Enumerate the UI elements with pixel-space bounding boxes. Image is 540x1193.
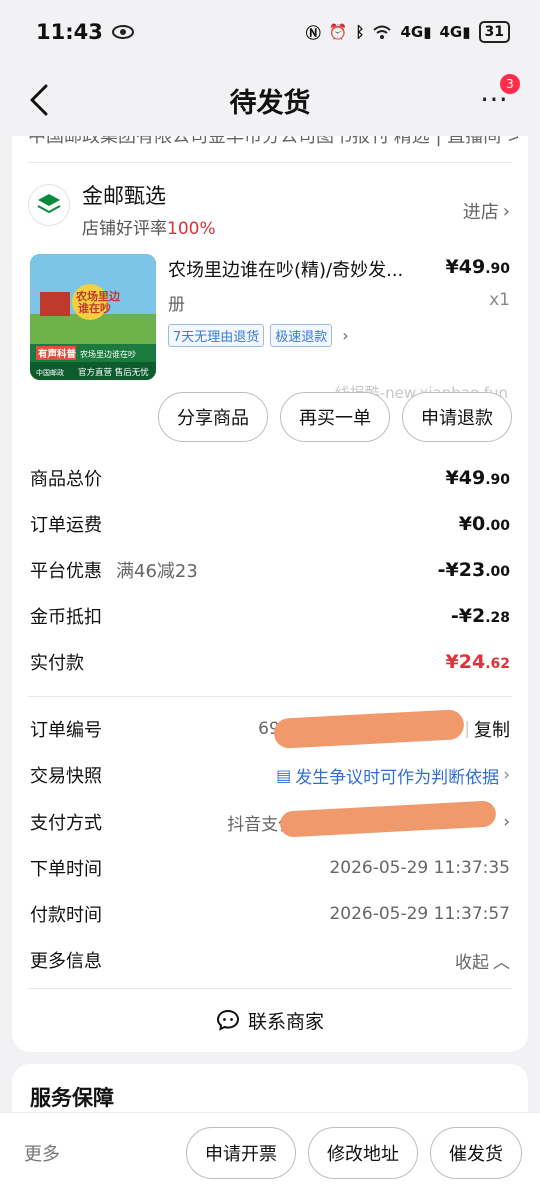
summary-paid-row: 实付款 ¥24.62 (30, 651, 510, 674)
chevron-right-icon: › (502, 200, 510, 222)
order-time: 2026-05-29 11:37:35 (329, 858, 510, 878)
request-invoice-button[interactable]: 申请开票 (186, 1127, 296, 1179)
chevron-right-icon: › (503, 765, 510, 785)
product-price: ¥49.90 (445, 256, 510, 278)
snapshot-row[interactable]: 交易快照 ▤ 发生争议时可作为判断依据 › (30, 759, 510, 791)
alarm-icon: ⏰ (328, 23, 348, 41)
svg-text:中国邮政: 中国邮政 (36, 368, 64, 377)
signal-icon-2: 4G▮ (439, 23, 471, 41)
signal-icon-1: 4G▮ (400, 23, 432, 41)
tag-no-reason-return: 7天无理由退货 (168, 324, 265, 347)
shop-name[interactable]: 金邮甄选 (82, 180, 166, 210)
total-amount: ¥49.90 (445, 467, 510, 489)
svg-text:谁在吵: 谁在吵 (78, 301, 111, 315)
book-cover-illustration: 农场里边 谁在吵 有声科普 农场里边谁在吵 中国邮政 官方直营 售后无忧 (30, 254, 156, 380)
svg-text:农场里边: 农场里边 (75, 289, 121, 303)
service-tags[interactable]: 7天无理由退货 极速退款 › (168, 324, 349, 347)
status-bar: 11:43 Ⓝ ⏰ ᛒ 4G▮ 4G▮ 31 (0, 0, 540, 64)
urge-shipping-button[interactable]: 催发货 (430, 1127, 522, 1179)
shop-logo[interactable] (28, 184, 70, 226)
page-title: 待发货 (229, 87, 311, 119)
copy-order-number-button[interactable]: 复制 (474, 716, 510, 742)
previous-section-text: 中国邮政集团有限公司金华市分公司图书报刊 精选 | 直播间 > (28, 136, 518, 147)
product-spec: 册 (168, 295, 185, 315)
tag-fast-refund: 极速退款 (270, 324, 333, 347)
pay-time-row: 付款时间 2026-05-29 11:37:57 (30, 904, 510, 926)
collapse-link: 收起 (455, 952, 489, 973)
document-icon: ▤ (276, 765, 292, 785)
more-info-row[interactable]: 更多信息 收起 ︿ (30, 944, 510, 976)
pay-time: 2026-05-29 11:37:57 (329, 904, 510, 924)
order-card: 中国邮政集团有限公司金华市分公司图书报刊 精选 | 直播间 > 金邮甄选 店铺好… (12, 136, 528, 1052)
more-menu-button[interactable]: ⋯ 3 (480, 74, 520, 114)
paid-amount: ¥24.62 (445, 651, 510, 673)
svg-text:有声科普: 有声科普 (38, 348, 77, 360)
service-title: 服务保障 (30, 1086, 114, 1110)
nav-bar: 待发货 ⋯ 3 (0, 64, 540, 136)
battery-icon: 31 (478, 21, 510, 43)
product-actions: 分享商品 再买一单 申请退款 (158, 392, 512, 442)
product-title[interactable]: 农场里边谁在吵(精)/奇妙发... (168, 256, 428, 282)
back-arrow-icon[interactable] (26, 82, 56, 118)
buy-again-button[interactable]: 再买一单 (280, 392, 390, 442)
notification-badge: 3 (500, 74, 520, 94)
contact-merchant-button[interactable]: 联系商家 (12, 998, 528, 1042)
chevron-up-icon: ︿ (493, 952, 510, 973)
coin-deduction: -¥2.28 (450, 605, 510, 627)
more-actions-link[interactable]: 更多 (24, 1140, 60, 1166)
chat-icon (216, 1009, 239, 1031)
summary-platform-row: 平台优惠 满46减23 -¥23.00 (30, 559, 510, 582)
summary-total-row: 商品总价 ¥49.90 (30, 467, 510, 490)
chevron-right-icon: › (342, 326, 349, 345)
chevron-right-icon: › (503, 812, 510, 832)
svg-text:官方直营 售后无忧: 官方直营 售后无忧 (78, 367, 149, 378)
platform-discount: -¥23.00 (437, 559, 510, 581)
order-time-row: 下单时间 2026-05-29 11:37:35 (30, 858, 510, 880)
clock: 11:43 (36, 20, 103, 44)
divider (28, 696, 512, 697)
nfc-icon: Ⓝ (305, 23, 321, 42)
divider (28, 988, 512, 989)
modify-address-button[interactable]: 修改地址 (308, 1127, 418, 1179)
bottom-action-bar: 更多 申请开票 修改地址 催发货 (0, 1112, 540, 1193)
china-post-logo-icon (37, 194, 61, 214)
bluetooth-icon: ᛒ (355, 23, 365, 41)
shipping-amount: ¥0.00 (458, 513, 510, 535)
snapshot-hint: 发生争议时可作为判断依据 (295, 767, 500, 788)
wifi-icon (373, 25, 392, 39)
request-refund-button[interactable]: 申请退款 (402, 392, 512, 442)
product-quantity: x1 (489, 290, 510, 310)
summary-coins-row: 金币抵扣 -¥2.28 (30, 605, 510, 628)
product-image[interactable]: 农场里边 谁在吵 有声科普 农场里边谁在吵 中国邮政 官方直营 售后无忧 (30, 254, 156, 380)
share-product-button[interactable]: 分享商品 (158, 392, 268, 442)
eye-icon (111, 25, 134, 39)
divider (28, 162, 512, 163)
svg-text:农场里边谁在吵: 农场里边谁在吵 (80, 349, 136, 359)
summary-shipping-row: 订单运费 ¥0.00 (30, 513, 510, 536)
shop-rating: 店铺好评率100% (82, 219, 216, 239)
enter-shop-link[interactable]: 进店 › (463, 198, 510, 224)
